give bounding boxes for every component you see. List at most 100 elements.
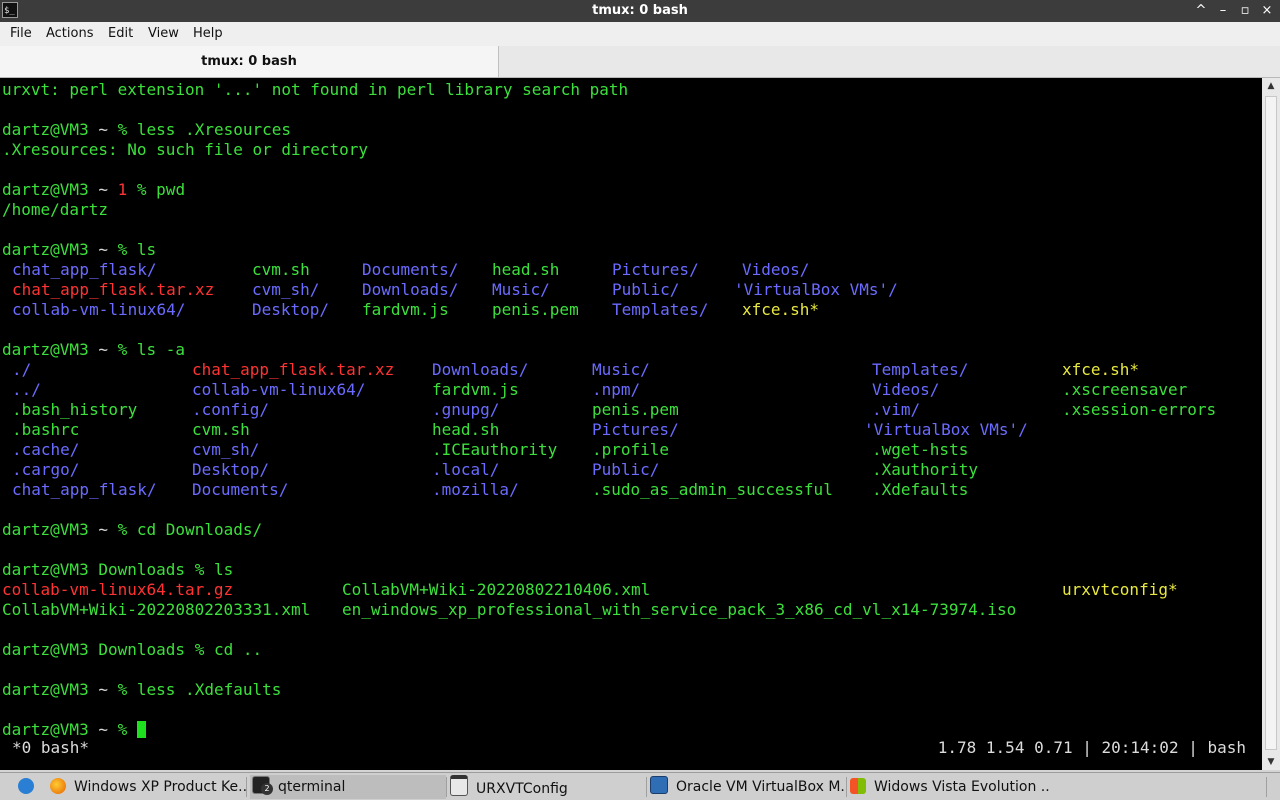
file-entry: en_windows_xp_professional_with_service_… bbox=[342, 600, 1017, 619]
file-entry: .bashrc bbox=[12, 420, 80, 439]
tab-tmux[interactable]: tmux: 0 bash bbox=[0, 46, 499, 77]
taskbar-item-virtualbox[interactable]: Oracle VM VirtualBox M... bbox=[650, 775, 846, 799]
file-entry: head.sh bbox=[492, 260, 560, 279]
file-entry: 'VirtualBox VMs'/ bbox=[864, 420, 1028, 439]
file-entry: Pictures/ bbox=[612, 260, 699, 279]
file-entry: .cache/ bbox=[12, 440, 80, 459]
prompt-line: dartz@VM3 ~ % ls -a bbox=[2, 340, 186, 359]
taskbar-item-urxvtconfig[interactable]: URXVTConfig bbox=[450, 775, 646, 799]
terminal-line: urxvt: perl extension '...' not found in… bbox=[2, 80, 629, 99]
file-entry: fardvm.js bbox=[362, 300, 449, 319]
scrollbar-track[interactable] bbox=[1265, 96, 1277, 750]
file-entry: Desktop/ bbox=[192, 460, 270, 479]
file-entry: chat_app_flask/ bbox=[12, 260, 157, 279]
file-entry: .xscreensaver bbox=[1062, 380, 1188, 399]
prompt-line[interactable]: dartz@VM3 ~ % bbox=[2, 720, 146, 740]
prompt-line: dartz@VM3 Downloads % cd .. bbox=[2, 640, 263, 659]
file-entry: Public/ bbox=[612, 280, 680, 299]
taskbar-item-windows-xp[interactable]: Windows XP Product Ke... bbox=[50, 775, 246, 799]
file-entry: cvm_sh/ bbox=[252, 280, 320, 299]
file-entry: CollabVM+Wiki-20220802203331.xml bbox=[2, 600, 311, 619]
file-entry: .Xdefaults bbox=[872, 480, 969, 499]
window-icon bbox=[450, 775, 468, 796]
restore-button[interactable]: ▫ bbox=[1234, 0, 1256, 22]
file-entry: urxvtconfig* bbox=[1062, 580, 1178, 599]
maximize-button[interactable]: – bbox=[1212, 0, 1234, 22]
file-entry: Documents/ bbox=[192, 480, 289, 499]
terminal-view[interactable]: urxvt: perl extension '...' not found in… bbox=[0, 78, 1262, 770]
tmux-window-list[interactable]: *0 bash* bbox=[12, 738, 89, 758]
file-entry: .Xauthority bbox=[872, 460, 978, 479]
prompt-line: dartz@VM3 ~ 1 % pwd bbox=[2, 180, 186, 199]
file-entry: cvm_sh/ bbox=[192, 440, 260, 459]
menu-view[interactable]: View bbox=[148, 22, 179, 46]
file-entry: cvm.sh bbox=[252, 260, 310, 279]
file-entry: xfce.sh* bbox=[742, 300, 820, 319]
start-menu-icon[interactable] bbox=[18, 775, 34, 799]
taskbar-item-qterminal[interactable]: 2 qterminal bbox=[250, 775, 446, 799]
file-entry: .profile bbox=[592, 440, 670, 459]
file-entry: chat_app_flask.tar.xz bbox=[12, 280, 215, 299]
file-entry: Templates/ bbox=[612, 300, 709, 319]
scroll-up-arrow-icon[interactable]: ▲ bbox=[1262, 78, 1280, 94]
file-entry: cvm.sh bbox=[192, 420, 250, 439]
window-titlebar: $_ tmux: 0 bash ^ – ▫ × bbox=[0, 0, 1280, 22]
tmux-status-right: 1.78 1.54 0.71 | 20:14:02 | bash bbox=[937, 738, 1246, 757]
file-entry: .config/ bbox=[192, 400, 270, 419]
taskbar-item-vista-evolution[interactable]: Widows Vista Evolution ... bbox=[850, 775, 1050, 799]
file-entry: .local/ bbox=[432, 460, 500, 479]
file-entry: Music/ bbox=[592, 360, 650, 379]
file-entry: .ICEauthority bbox=[432, 440, 558, 459]
file-entry: .mozilla/ bbox=[432, 480, 519, 499]
file-entry: ./ bbox=[12, 360, 32, 379]
terminal-scrollbar[interactable]: ▲ ▼ bbox=[1262, 78, 1280, 770]
firefox-icon bbox=[50, 778, 66, 794]
file-entry: head.sh bbox=[432, 420, 500, 439]
file-entry: CollabVM+Wiki-20220802210406.xml bbox=[342, 580, 651, 599]
taskbar: Windows XP Product Ke... 2 qterminal URXV… bbox=[0, 772, 1280, 800]
close-button[interactable]: × bbox=[1256, 0, 1278, 22]
file-entry: .cargo/ bbox=[12, 460, 80, 479]
scroll-down-arrow-icon[interactable]: ▼ bbox=[1262, 754, 1280, 770]
minimize-button[interactable]: ^ bbox=[1190, 0, 1212, 22]
file-entry: .bash_history bbox=[12, 400, 138, 419]
tab-bar: tmux: 0 bash bbox=[0, 46, 1280, 78]
file-entry: 'VirtualBox VMs'/ bbox=[734, 280, 898, 299]
tmux-status-bar: *0 bash* 1.78 1.54 0.71 | 20:14:02 | bas… bbox=[0, 738, 1262, 758]
file-entry: chat_app_flask/ bbox=[12, 480, 157, 499]
prompt-line: dartz@VM3 ~ % less .Xdefaults bbox=[2, 680, 282, 699]
file-entry: Desktop/ bbox=[252, 300, 330, 319]
terminal-line: /home/dartz bbox=[2, 200, 108, 219]
file-entry: .xsession-errors bbox=[1062, 400, 1217, 419]
text-cursor bbox=[136, 721, 146, 738]
file-entry: collab-vm-linux64/ bbox=[192, 380, 366, 399]
file-entry: .sudo_as_admin_successful bbox=[592, 480, 833, 499]
terminal-line: .Xresources: No such file or directory bbox=[2, 140, 369, 159]
windows-logo-icon bbox=[850, 778, 866, 794]
prompt-line: dartz@VM3 ~ % ls bbox=[2, 240, 157, 259]
menu-actions[interactable]: Actions bbox=[46, 22, 94, 46]
file-entry: .gnupg/ bbox=[432, 400, 500, 419]
file-entry: ../ bbox=[12, 380, 41, 399]
prompt-line: dartz@VM3 Downloads % ls bbox=[2, 560, 234, 579]
file-entry: Public/ bbox=[592, 460, 660, 479]
file-entry: Videos/ bbox=[872, 380, 940, 399]
prompt-line: dartz@VM3 ~ % less .Xresources bbox=[2, 120, 292, 139]
menubar: File Actions Edit View Help bbox=[0, 22, 1280, 46]
file-entry: .wget-hsts bbox=[872, 440, 969, 459]
file-entry: chat_app_flask.tar.xz bbox=[192, 360, 395, 379]
file-entry: Templates/ bbox=[872, 360, 969, 379]
file-entry: Videos/ bbox=[742, 260, 810, 279]
file-entry: .vim/ bbox=[872, 400, 921, 419]
menu-edit[interactable]: Edit bbox=[108, 22, 133, 46]
menu-file[interactable]: File bbox=[10, 22, 32, 46]
file-entry: Music/ bbox=[492, 280, 550, 299]
window-title: tmux: 0 bash bbox=[592, 3, 688, 18]
file-entry: xfce.sh* bbox=[1062, 360, 1140, 379]
file-entry: penis.pem bbox=[492, 300, 579, 319]
file-entry: fardvm.js bbox=[432, 380, 519, 399]
file-entry: Pictures/ bbox=[592, 420, 679, 439]
file-entry: Downloads/ bbox=[432, 360, 529, 379]
terminal-icon: 2 bbox=[252, 776, 273, 795]
menu-help[interactable]: Help bbox=[193, 22, 223, 46]
